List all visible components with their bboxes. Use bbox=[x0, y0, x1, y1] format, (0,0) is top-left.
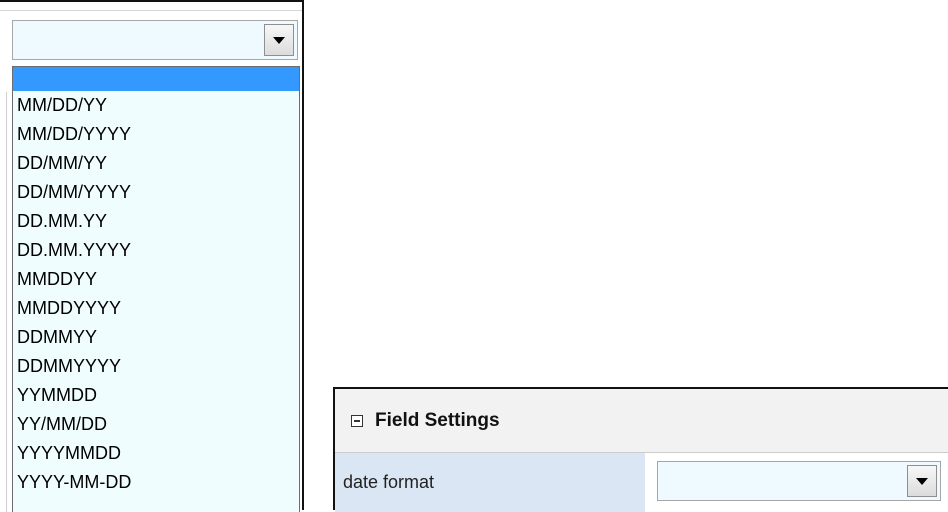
dropdown-option[interactable]: DDMMYY bbox=[13, 323, 299, 352]
dropdown-option[interactable]: YYYY-MM-DD bbox=[13, 468, 299, 497]
dropdown-option[interactable]: MMDDYY bbox=[13, 265, 299, 294]
field-settings-panel: Field Settings date format bbox=[333, 387, 948, 512]
dropdown-arrow-button[interactable] bbox=[907, 465, 937, 497]
background-divider bbox=[0, 10, 302, 11]
dropdown-snippet: MM/DD/YY MM/DD/YYYY DD/MM/YY DD/MM/YYYY DD.M… bbox=[0, 0, 304, 512]
dropdown-option[interactable]: YYYYMMDD bbox=[13, 439, 299, 468]
collapse-icon[interactable] bbox=[351, 414, 363, 427]
dropdown-option[interactable]: DD/MM/YY bbox=[13, 149, 299, 178]
date-format-select[interactable] bbox=[657, 461, 941, 501]
dropdown-arrow-button[interactable] bbox=[264, 24, 294, 56]
dropdown-option[interactable]: DD/MM/YYYY bbox=[13, 178, 299, 207]
dropdown-option[interactable]: YY/MM/DD bbox=[13, 410, 299, 439]
chevron-down-icon bbox=[273, 36, 285, 44]
dropdown-option[interactable]: DD.MM.YY bbox=[13, 207, 299, 236]
dropdown-option[interactable]: MMDDYYYY bbox=[13, 294, 299, 323]
field-settings-title: Field Settings bbox=[375, 409, 500, 431]
label-cell: date format bbox=[335, 453, 645, 512]
control-cell bbox=[647, 453, 948, 512]
date-format-select[interactable] bbox=[12, 20, 298, 60]
date-format-row: date format bbox=[335, 453, 948, 512]
date-format-label: date format bbox=[343, 472, 435, 492]
dropdown-option[interactable] bbox=[13, 67, 299, 91]
chevron-down-icon bbox=[916, 477, 928, 485]
date-format-options-list[interactable]: MM/DD/YY MM/DD/YYYY DD/MM/YY DD/MM/YYYY DD.M… bbox=[12, 66, 300, 512]
dropdown-option[interactable]: MM/DD/YY bbox=[13, 91, 299, 120]
dropdown-option[interactable]: DDMMYYYY bbox=[13, 352, 299, 381]
dropdown-option[interactable]: YYMMDD bbox=[13, 381, 299, 410]
dropdown-option[interactable]: DD.MM.YYYY bbox=[13, 236, 299, 265]
dropdown-option[interactable]: MM/DD/YYYY bbox=[13, 120, 299, 149]
field-settings-header[interactable]: Field Settings bbox=[335, 389, 948, 453]
background-divider bbox=[6, 92, 7, 512]
